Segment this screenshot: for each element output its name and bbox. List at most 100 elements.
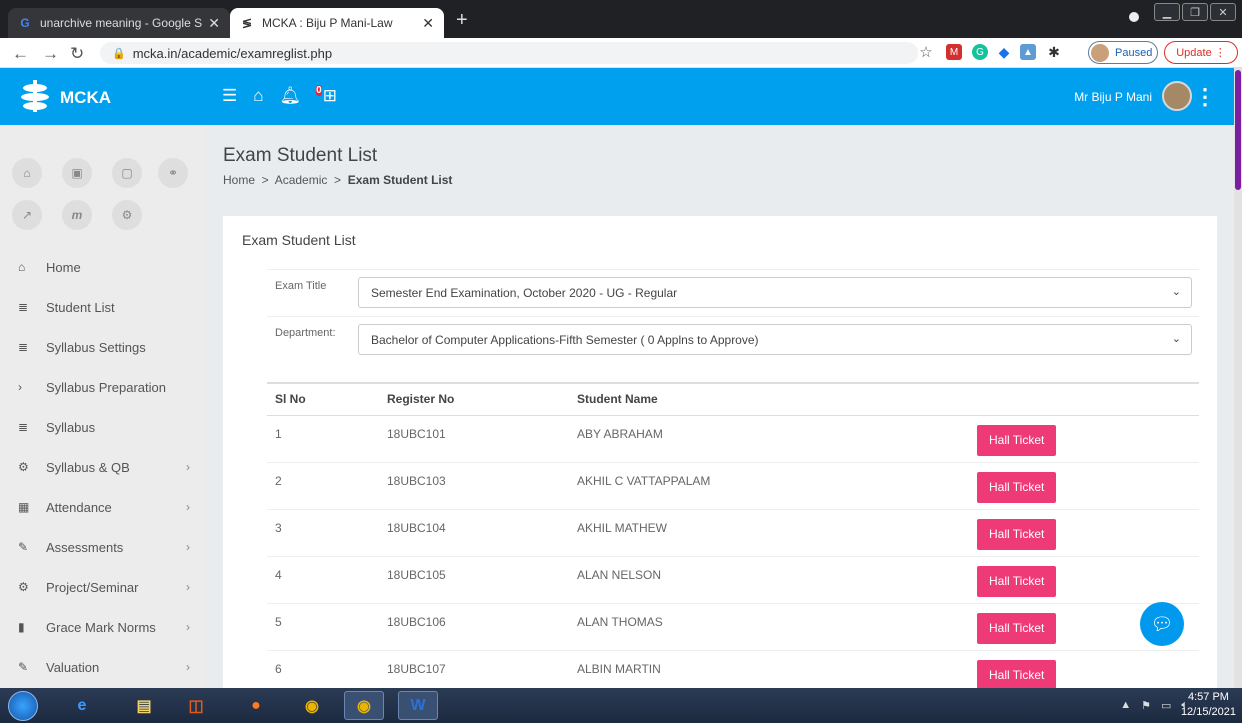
sidebar-item-label: Attendance xyxy=(46,499,112,515)
sidebar-item-syllabus[interactable]: ≣ Syllabus xyxy=(0,407,206,447)
table-row: 1 18UBC101 ABY ABRAHAM Hall Ticket xyxy=(267,415,1199,463)
sidebar-item-home[interactable]: ⌂ Home xyxy=(0,247,206,287)
chevron-down-icon: ⌄ xyxy=(1171,286,1181,298)
sidebar-item-attendance[interactable]: ▦ Attendance › xyxy=(0,487,206,527)
reload-icon[interactable]: ↻ xyxy=(70,44,84,64)
hall-ticket-button[interactable]: Hall Ticket xyxy=(977,424,1057,456)
id-card-icon[interactable]: ▣ xyxy=(62,158,92,188)
grammarly-icon[interactable]: G xyxy=(972,44,988,60)
department-select[interactable]: Bachelor of Computer Applications-Fifth … xyxy=(358,324,1192,355)
cell-sl-no: 5 xyxy=(267,603,379,651)
sidebar-item-project-seminar[interactable]: ⚙ Project/Seminar › xyxy=(0,567,206,607)
hall-ticket-button[interactable]: Hall Ticket xyxy=(977,565,1057,597)
tray-arrow-icon[interactable]: ▲ xyxy=(1120,699,1131,712)
moodle-icon[interactable]: m xyxy=(62,200,92,230)
scrollbar-thumb[interactable] xyxy=(1235,70,1241,190)
chevron-right-icon: › xyxy=(186,500,190,514)
brand-name: MCKA xyxy=(60,88,111,107)
gear-icon[interactable]: ⚙ xyxy=(112,200,142,230)
menu-list-icon[interactable]: ☰ xyxy=(222,86,237,107)
sidebar-item-syllabus-preparation[interactable]: › Syllabus Preparation xyxy=(0,367,206,407)
window-close-icon[interactable]: ✕ xyxy=(1210,3,1236,21)
cogs-icon: ⚙ xyxy=(18,460,29,474)
bell-icon[interactable]: 🔔︎ 0 xyxy=(280,85,322,107)
flag-icon[interactable]: ⚑ xyxy=(1141,699,1151,712)
breadcrumb-academic[interactable]: Academic xyxy=(275,173,328,187)
sidebar-item-assessments[interactable]: ✎ Assessments › xyxy=(0,527,206,567)
close-icon[interactable]: ✕ xyxy=(422,15,434,32)
close-icon[interactable]: ✕ xyxy=(208,15,220,32)
outlook-icon[interactable]: ◫ xyxy=(176,691,216,720)
cell-student-name: ALAN THOMAS xyxy=(569,603,969,651)
hall-ticket-button[interactable]: Hall Ticket xyxy=(977,659,1057,691)
home-icon[interactable]: ⌂ xyxy=(253,86,263,107)
hall-ticket-button[interactable]: Hall Ticket xyxy=(977,612,1057,644)
ie-icon[interactable]: e xyxy=(62,691,102,720)
start-button[interactable] xyxy=(8,691,38,721)
back-icon[interactable]: ← xyxy=(12,44,29,64)
app-header: MCKA ☰ ⌂ 🔔︎ 0 ⊞ Mr Biju P Mani ⋮ xyxy=(0,68,1234,125)
url-bar[interactable]: 🔒 mcka.in/academic/examreglist.php xyxy=(100,42,918,64)
user-name[interactable]: Mr Biju P Mani xyxy=(1074,90,1152,104)
profile-button[interactable]: Paused xyxy=(1088,41,1158,64)
col-header-name: Student Name xyxy=(569,382,969,416)
browser-tab-google[interactable]: G unarchive meaning - Google Sea ✕ xyxy=(8,8,230,38)
sidebar: ⌂ ▣ ▢ ⚭ ↗ m ⚙ ⌂ Home ≣ Student List ≣ Syllabu… xyxy=(0,125,206,688)
exam-title-select[interactable]: Semester End Examination, October 2020 -… xyxy=(358,277,1192,308)
exam-title-row: Exam Title Semester End Examination, Oct… xyxy=(267,269,1199,315)
update-button[interactable]: Update ⋮ xyxy=(1164,41,1238,64)
file-explorer-icon[interactable]: ▤ xyxy=(124,691,164,720)
grid-icon[interactable]: ⊞ xyxy=(323,86,337,107)
table-row: 5 18UBC106 ALAN THOMAS Hall Ticket xyxy=(267,603,1199,651)
clock-time: 4:57 PM xyxy=(1187,691,1229,703)
clock-date: 12/15/2021 xyxy=(1180,706,1236,718)
hall-ticket-button[interactable]: Hall Ticket xyxy=(977,471,1057,503)
new-tab-icon[interactable]: + xyxy=(456,9,468,32)
handshake-icon[interactable]: ⚭ xyxy=(158,158,188,188)
sidebar-item-label: Syllabus xyxy=(46,419,96,435)
extension-icon[interactable]: ▲ xyxy=(1020,44,1036,60)
card-title: Exam Student List xyxy=(242,232,356,248)
browser-tab-mcka[interactable]: ≶ MCKA : Biju P Mani-Law ✕ xyxy=(230,8,444,38)
chat-bubble-icon[interactable]: 💬︎ xyxy=(1140,602,1184,646)
sidebar-item-syllabus-settings[interactable]: ≣ Syllabus Settings xyxy=(0,327,206,367)
cell-register-no: 18UBC103 xyxy=(379,462,569,510)
home-icon[interactable]: ⌂ xyxy=(12,158,42,188)
star-icon[interactable]: ☆ xyxy=(918,44,934,61)
chrome-icon[interactable]: ◉ xyxy=(292,691,332,720)
network-icon[interactable]: ▭ xyxy=(1161,699,1171,712)
firefox-icon[interactable]: ● xyxy=(236,691,276,720)
external-link-icon[interactable]: ↗ xyxy=(12,200,42,230)
department-label: Department: xyxy=(275,327,336,339)
sidebar-item-label: Assessments xyxy=(46,539,124,555)
google-icon: G xyxy=(20,16,30,30)
user-avatar[interactable] xyxy=(1162,81,1192,111)
cell-sl-no: 2 xyxy=(267,462,379,510)
chrome-active-icon[interactable]: ◉ xyxy=(344,691,384,720)
more-options-icon[interactable]: ⋮ xyxy=(1194,84,1216,110)
cell-student-name: AKHIL C VATTAPPALAM xyxy=(569,462,969,510)
minimize-icon[interactable]: ▁ xyxy=(1154,3,1180,21)
puzzle-icon[interactable]: ✱ xyxy=(1046,44,1062,60)
hall-ticket-button[interactable]: Hall Ticket xyxy=(977,518,1057,550)
cell-sl-no: 3 xyxy=(267,509,379,557)
word-icon[interactable]: W xyxy=(398,691,438,720)
window-controls: ▁ ❐ ✕ xyxy=(1154,3,1236,21)
extension-icon[interactable]: M xyxy=(946,44,962,60)
breadcrumb-home[interactable]: Home xyxy=(223,173,255,187)
cell-register-no: 18UBC104 xyxy=(379,509,569,557)
sidebar-item-valuation[interactable]: ✎ Valuation › xyxy=(0,647,206,687)
forward-icon[interactable]: → xyxy=(42,44,59,64)
pencil-icon: ✎ xyxy=(18,540,29,554)
lock-icon[interactable]: ▢ xyxy=(112,158,142,188)
sidebar-item-grace-mark-norms[interactable]: ▮ Grace Mark Norms › xyxy=(0,607,206,647)
clock[interactable]: 4:57 PM 12/15/2021 xyxy=(1181,690,1236,720)
sidebar-item-student-list[interactable]: ≣ Student List xyxy=(0,287,206,327)
cell-action: Hall Ticket xyxy=(969,556,1199,604)
sidebar-item-syllabus-qb[interactable]: ⚙ Syllabus & QB › xyxy=(0,447,206,487)
tab-title: unarchive meaning - Google Sea xyxy=(40,16,203,30)
extension-cap-icon[interactable]: ◆ xyxy=(996,44,1012,60)
maximize-icon[interactable]: ❐ xyxy=(1182,3,1208,21)
windows-taskbar: e ▤ ◫ ● ◉ ◉ W ▲ ⚑ ▭ 🔈︎ 4:57 PM 12/15/202… xyxy=(0,688,1242,723)
avatar xyxy=(1091,43,1109,62)
